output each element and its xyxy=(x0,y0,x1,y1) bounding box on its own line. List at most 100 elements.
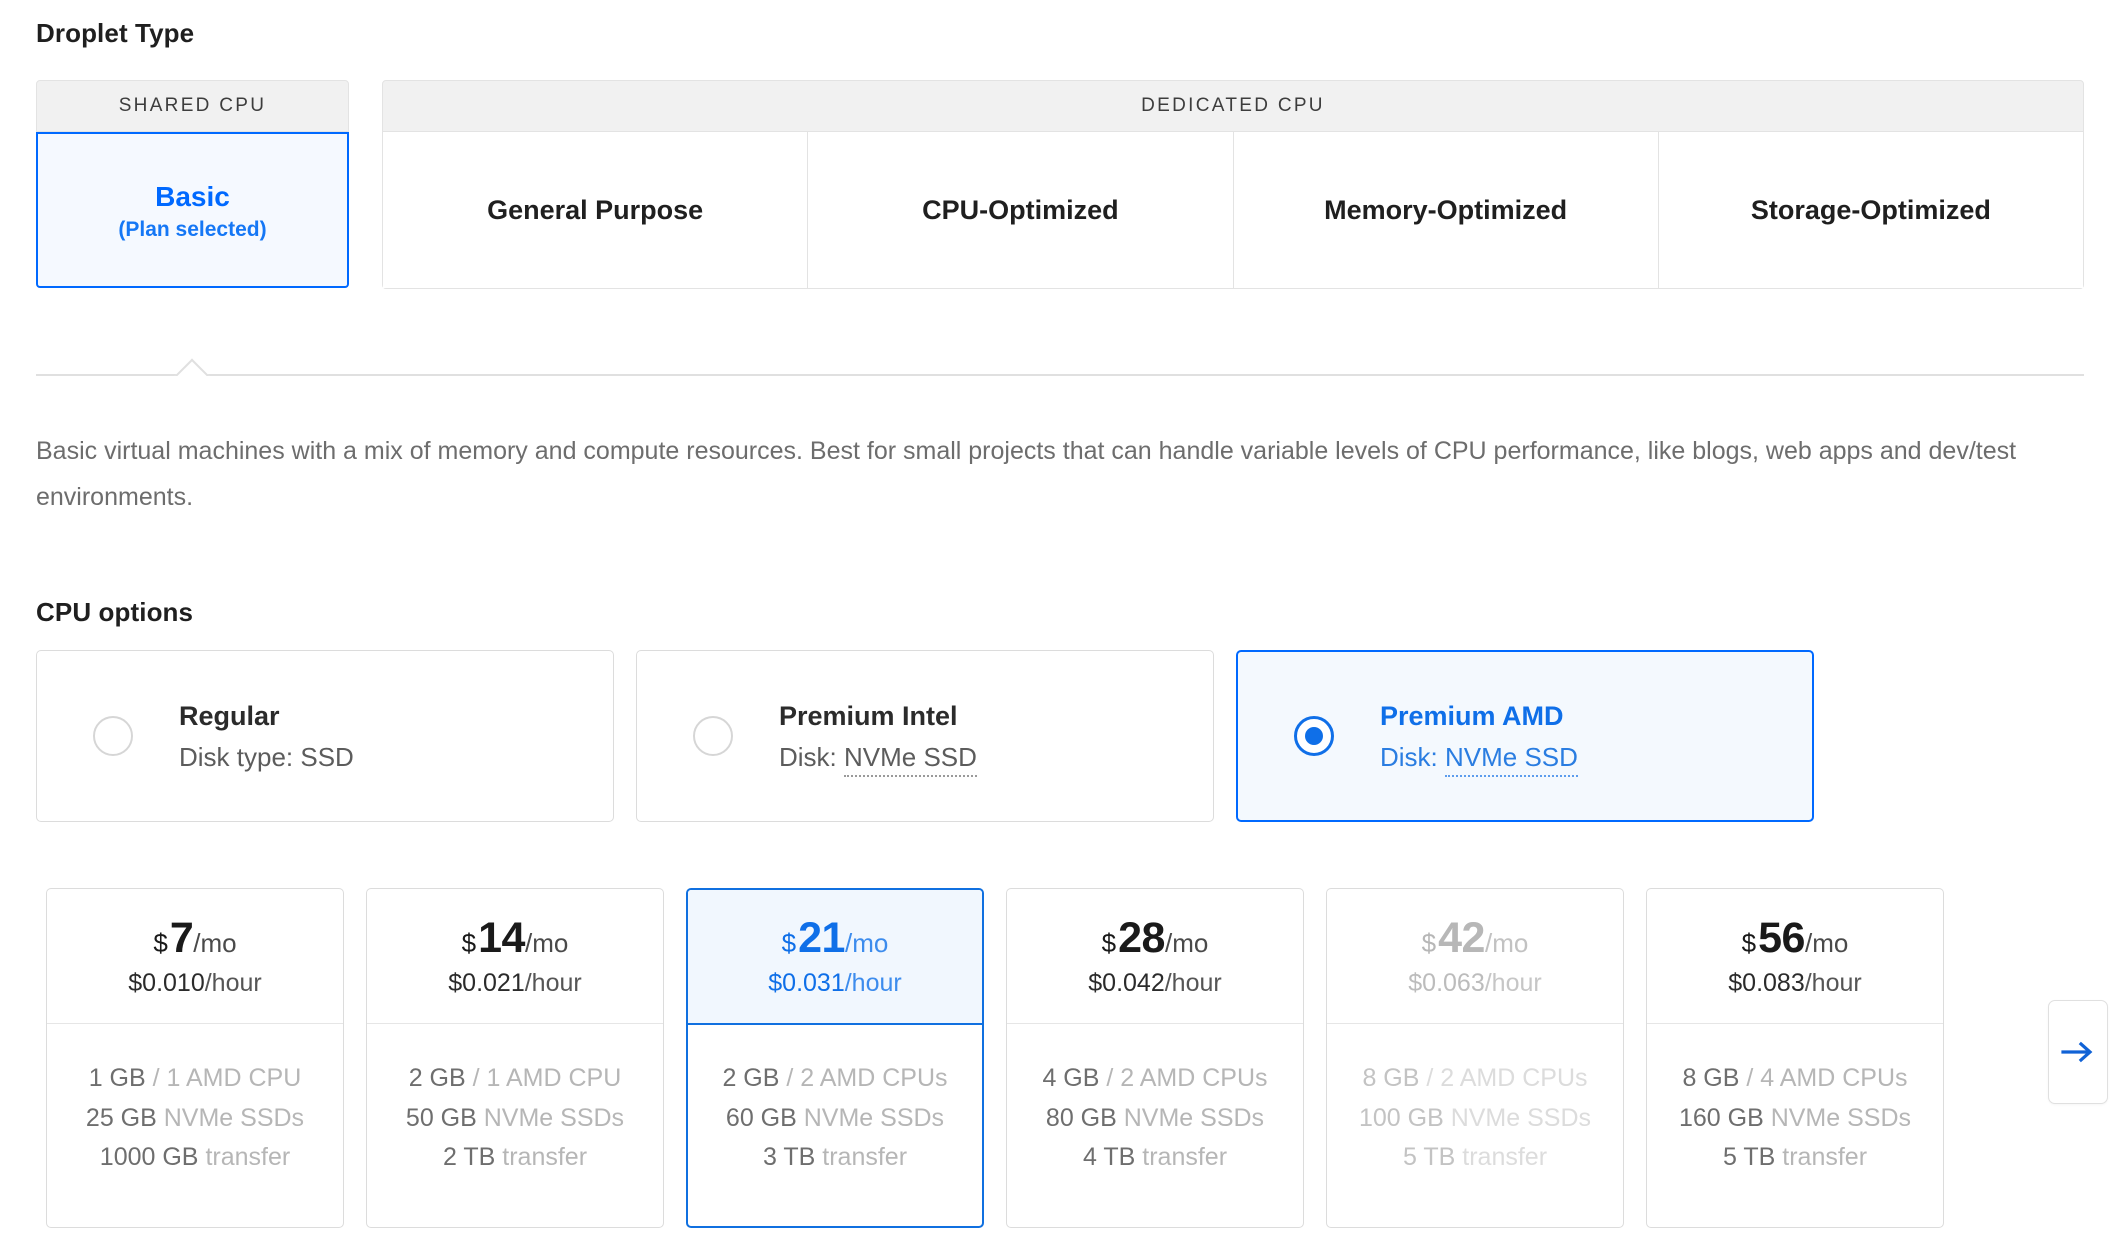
spec-transfer: 1000 GB transfer xyxy=(100,1144,290,1172)
tab-memory-optimized-label: Memory-Optimized xyxy=(1324,194,1568,225)
spec-memory-cpu: 8 GB / 2 AMD CPUs xyxy=(1362,1065,1587,1093)
tab-cpu-optimized[interactable]: CPU-Optimized xyxy=(808,132,1234,288)
section-divider xyxy=(36,358,2084,380)
spec-transfer: 3 TB transfer xyxy=(763,1144,907,1172)
spec-transfer-label: transfer xyxy=(502,1143,588,1172)
hourly-unit: /hour xyxy=(1804,968,1862,997)
spec-disk-size: 80 GB xyxy=(1045,1103,1117,1132)
monthly-unit: /mo xyxy=(1804,927,1849,958)
plan-monthly-price: $ 7 /mo xyxy=(153,913,236,962)
hourly-amount: $0.063 xyxy=(1408,968,1485,997)
currency-symbol: $ xyxy=(153,927,168,958)
cpu-option-sub-value-tooltip[interactable]: NVMe SSD xyxy=(1445,742,1578,778)
hourly-unit: /hour xyxy=(844,969,902,997)
cpu-option-sub-prefix: Disk type: xyxy=(179,742,301,773)
plan-card[interactable]: $ 56 /mo $0.083/hour 8 GB / 4 AMD CPUs 1… xyxy=(1646,888,1944,1228)
plan-monthly-price: $ 28 /mo xyxy=(1101,916,1209,960)
cpu-option-text: Regular Disk type: SSD xyxy=(179,699,354,774)
spec-transfer-size: 5 TB xyxy=(1402,1143,1456,1172)
plan-price-header: $ 42 /mo $0.063/hour xyxy=(1327,889,1623,1024)
spec-disk: 160 GB NVMe SSDs xyxy=(1679,1104,1911,1133)
cpu-option-text: Premium AMD Disk: NVMe SSD xyxy=(1380,699,1578,778)
tab-basic-title: Basic xyxy=(155,180,230,212)
cpu-option-subtitle: Disk: NVMe SSD xyxy=(779,742,977,778)
spec-transfer-size: 2 TB xyxy=(442,1143,496,1172)
spec-cpu: / 1 AMD CPU xyxy=(152,1064,302,1093)
selected-tab-caret-icon xyxy=(166,358,216,376)
radio-icon[interactable] xyxy=(93,716,133,756)
droplet-plan-selector: Droplet Type SHARED CPU Basic (Plan sele… xyxy=(0,0,2120,1258)
monthly-unit: /mo xyxy=(844,928,889,958)
plan-specs: 1 GB / 1 AMD CPU 25 GB NVMe SSDs 1000 GB… xyxy=(47,1024,343,1227)
plan-card-disabled: $ 42 /mo $0.063/hour 8 GB / 2 AMD CPUs 1… xyxy=(1326,888,1624,1228)
spec-memory: 2 GB xyxy=(408,1064,466,1093)
spec-disk-size: 60 GB xyxy=(725,1103,797,1132)
spec-transfer-size: 3 TB xyxy=(762,1143,816,1172)
hourly-amount: $0.083 xyxy=(1728,968,1805,997)
tab-storage-optimized[interactable]: Storage-Optimized xyxy=(1658,132,2083,288)
currency-symbol: $ xyxy=(461,927,477,958)
hourly-unit: /hour xyxy=(1164,968,1222,997)
spec-transfer: 2 TB transfer xyxy=(443,1144,587,1172)
cpu-option-regular[interactable]: Regular Disk type: SSD xyxy=(36,650,614,822)
plan-card-selected[interactable]: $ 21 /mo $0.031/hour 2 GB / 2 AMD CPUs 6… xyxy=(686,888,984,1228)
spec-transfer-label: transfer xyxy=(822,1143,908,1172)
plan-specs: 8 GB / 4 AMD CPUs 160 GB NVMe SSDs 5 TB … xyxy=(1647,1024,1943,1227)
plan-hourly-price: $0.042/hour xyxy=(1088,968,1222,997)
divider-line xyxy=(36,374,2084,376)
radio-icon[interactable] xyxy=(693,716,733,756)
arrow-right-icon xyxy=(2061,1040,2095,1064)
spec-disk-label: NVMe SSDs xyxy=(1450,1103,1592,1132)
droplet-type-tabs: SHARED CPU Basic (Plan selected) DEDICAT… xyxy=(36,80,2084,300)
spec-disk-label: NVMe SSDs xyxy=(163,1103,305,1132)
monthly-amount: 21 xyxy=(798,914,845,962)
dedicated-cpu-tab-row: General Purpose CPU-Optimized Memory-Opt… xyxy=(382,132,2084,289)
radio-selected-icon[interactable] xyxy=(1294,716,1334,756)
plan-card[interactable]: $ 28 /mo $0.042/hour 4 GB / 2 AMD CPUs 8… xyxy=(1006,888,1304,1228)
monthly-unit: /mo xyxy=(524,927,569,958)
hourly-unit: /hour xyxy=(204,968,262,997)
cpu-option-sub-value-tooltip[interactable]: NVMe SSD xyxy=(844,742,977,778)
spec-cpu: / 4 AMD CPUs xyxy=(1746,1064,1908,1093)
tab-cpu-optimized-label: CPU-Optimized xyxy=(922,194,1119,225)
hourly-amount: $0.031 xyxy=(768,969,845,997)
tab-general-purpose[interactable]: General Purpose xyxy=(383,132,809,288)
hourly-amount: $0.010 xyxy=(128,968,205,997)
spec-disk: 60 GB NVMe SSDs xyxy=(725,1103,945,1133)
tab-memory-optimized[interactable]: Memory-Optimized xyxy=(1233,132,1659,288)
plan-specs: 4 GB / 2 AMD CPUs 80 GB NVMe SSDs 4 TB t… xyxy=(1007,1024,1303,1227)
cpu-options-heading: CPU options xyxy=(36,597,194,627)
spec-disk-label: NVMe SSDs xyxy=(803,1103,945,1132)
tab-basic[interactable]: Basic (Plan selected) xyxy=(36,132,349,288)
hourly-unit: /hour xyxy=(1484,968,1542,997)
shared-cpu-group: SHARED CPU Basic (Plan selected) xyxy=(36,80,349,288)
cpu-option-sub-prefix: Disk: xyxy=(779,742,844,773)
plan-monthly-price: $ 56 /mo xyxy=(1742,916,1849,960)
plan-monthly-price: $ 14 /mo xyxy=(461,916,569,960)
spec-memory-cpu: 2 GB / 2 AMD CPUs xyxy=(722,1065,947,1093)
plan-card[interactable]: $ 14 /mo $0.021/hour 2 GB / 1 AMD CPU 50… xyxy=(366,888,664,1228)
spec-disk: 80 GB NVMe SSDs xyxy=(1045,1103,1264,1133)
currency-symbol: $ xyxy=(1101,927,1117,958)
cpu-option-premium-amd[interactable]: Premium AMD Disk: NVMe SSD xyxy=(1236,650,1814,822)
plan-hourly-price: $0.031/hour xyxy=(768,971,901,996)
plan-monthly-price: $ 21 /mo xyxy=(782,917,889,960)
cpu-option-premium-intel[interactable]: Premium Intel Disk: NVMe SSD xyxy=(636,650,1214,822)
plan-price-header: $ 56 /mo $0.083/hour xyxy=(1647,889,1943,1024)
cpu-option-sub-prefix: Disk: xyxy=(1380,742,1445,773)
cpu-option-title: Regular xyxy=(179,700,280,731)
spec-transfer-size: 5 TB xyxy=(1722,1143,1776,1172)
spec-transfer-size: 4 TB xyxy=(1082,1143,1136,1172)
plan-specs: 2 GB / 1 AMD CPU 50 GB NVMe SSDs 2 TB tr… xyxy=(367,1024,663,1227)
plans-scroll-next-button[interactable] xyxy=(2048,1000,2108,1104)
plan-card[interactable]: $ 7 /mo $0.010/hour 1 GB / 1 AMD CPU 25 … xyxy=(46,888,344,1228)
monthly-amount: 7 xyxy=(169,913,194,962)
spec-transfer-label: transfer xyxy=(1782,1143,1868,1172)
spec-cpu: / 2 AMD CPUs xyxy=(786,1064,948,1093)
plan-price-header: $ 21 /mo $0.031/hour xyxy=(688,890,982,1025)
hourly-amount: $0.021 xyxy=(448,968,525,997)
spec-memory-cpu: 2 GB / 1 AMD CPU xyxy=(409,1065,622,1093)
spec-cpu: / 2 AMD CPUs xyxy=(1426,1064,1588,1093)
monthly-unit: /mo xyxy=(1164,927,1209,958)
spec-transfer: 4 TB transfer xyxy=(1083,1144,1227,1172)
